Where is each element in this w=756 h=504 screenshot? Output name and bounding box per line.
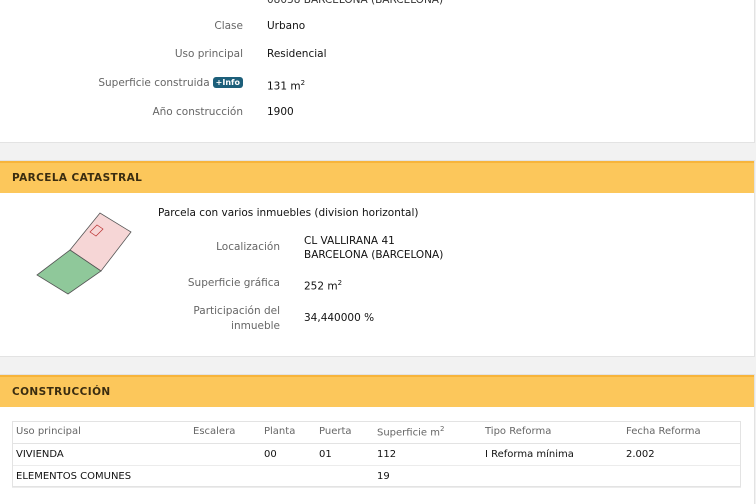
localizacion-label: Localización	[216, 241, 280, 253]
info-badge-button[interactable]: +Info	[212, 77, 243, 88]
localizacion-line1: CL VALLIRANA 41	[304, 235, 395, 247]
cell-uso: VIVIENDA	[12, 443, 189, 466]
col-superficie: Superficie m2	[373, 421, 481, 444]
cell-escalera	[189, 443, 260, 466]
table-row: ELEMENTOS COMUNES 19	[12, 465, 741, 488]
superficie-construida-value: 131 m2	[267, 76, 305, 95]
parcela-description: Parcela con varios inmuebles (division h…	[158, 207, 419, 219]
superficie-construida-text: 131 m	[267, 80, 301, 93]
superficie-grafica-label: Superficie gráfica	[187, 277, 280, 289]
construccion-header: CONSTRUCCIÓN	[0, 375, 754, 407]
cell-puerta: 01	[315, 443, 373, 466]
uso-principal-label: Uso principal	[174, 48, 243, 60]
superficie-grafica-sup: 2	[337, 279, 343, 287]
superficie-construida-label: Superficie construida	[98, 77, 210, 89]
superficie-construida-row: Superficie construida +Info	[60, 76, 243, 91]
clase-label: Clase	[214, 20, 243, 32]
localizacion-line2: BARCELONA (BARCELONA)	[304, 249, 444, 261]
cell-tipo-reforma	[481, 465, 622, 488]
location-cut-text: 08038 BARCELONA (BARCELONA)	[267, 0, 444, 6]
cell-tipo-reforma: I Reforma mínima	[481, 443, 622, 466]
participacion-label-line1: Participación del	[193, 305, 280, 317]
cell-superficie: 19	[373, 465, 481, 488]
cell-puerta	[315, 465, 373, 488]
cell-planta: 00	[260, 443, 315, 466]
superficie-grafica-value: 252 m2	[304, 276, 342, 295]
participacion-value: 34,440000 %	[304, 312, 375, 324]
construccion-table: Uso principal Escalera Planta Puerta Sup…	[12, 421, 741, 488]
cell-fecha-reforma	[622, 465, 741, 488]
col-escalera: Escalera	[189, 421, 260, 444]
cell-superficie: 112	[373, 443, 481, 466]
cell-uso: ELEMENTOS COMUNES	[12, 465, 189, 488]
col-fecha-reforma: Fecha Reforma	[622, 421, 741, 444]
col-superficie-sup: 2	[439, 425, 445, 434]
col-uso-principal: Uso principal	[12, 421, 189, 444]
table-header-row: Uso principal Escalera Planta Puerta Sup…	[12, 421, 741, 444]
superficie-construida-sup: 2	[300, 79, 306, 87]
parcela-header: PARCELA CATASTRAL	[0, 161, 754, 193]
cell-planta	[260, 465, 315, 488]
ano-construccion-label: Año construcción	[152, 106, 243, 118]
parcela-map-image[interactable]	[30, 205, 140, 305]
col-tipo-reforma: Tipo Reforma	[481, 421, 622, 444]
uso-principal-value: Residencial	[267, 48, 327, 60]
table-row: VIVIENDA 00 01 112 I Reforma mínima 2.00…	[12, 443, 741, 466]
col-puerta: Puerta	[315, 421, 373, 444]
parcela-card: PARCELA CATASTRAL Parcela con varios inm…	[0, 160, 755, 357]
construccion-card: CONSTRUCCIÓN Uso principal Escalera Plan…	[0, 374, 755, 504]
superficie-grafica-text: 252 m	[304, 280, 338, 293]
col-planta: Planta	[260, 421, 315, 444]
cell-fecha-reforma: 2.002	[622, 443, 741, 466]
inmueble-card: 08038 BARCELONA (BARCELONA) Clase Urbano…	[0, 0, 755, 143]
cell-escalera	[189, 465, 260, 488]
clase-value: Urbano	[267, 20, 306, 32]
col-superficie-text: Superficie m	[377, 427, 440, 439]
participacion-label-line2: inmueble	[231, 320, 280, 332]
ano-construccion-value: 1900	[267, 106, 294, 118]
